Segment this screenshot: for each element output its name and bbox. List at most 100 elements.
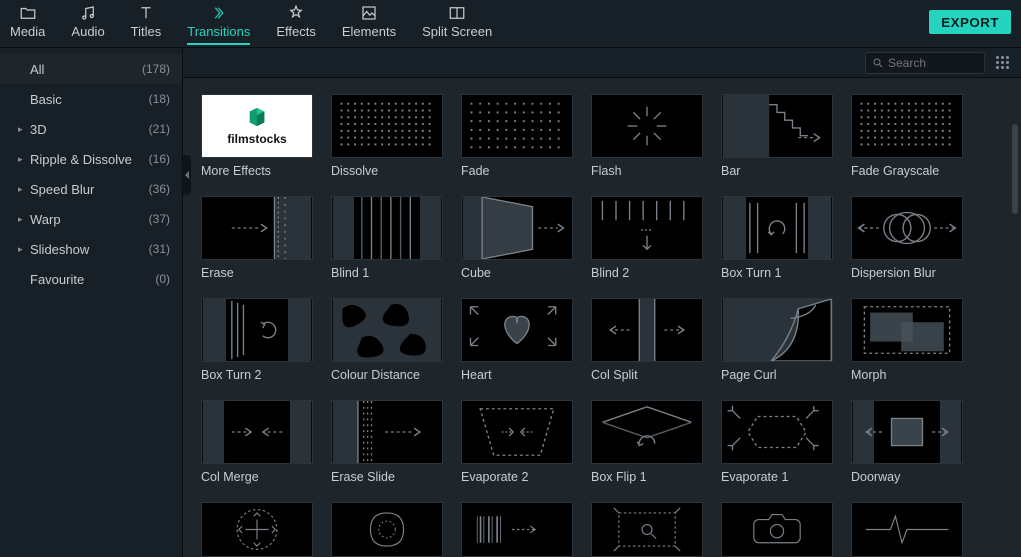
top-nav: Media Audio Titles Transitions Effects E… [0,0,1021,48]
transition-label: Flash [591,164,703,178]
elements-icon [360,4,378,22]
transition-thumb[interactable] [591,502,703,557]
transition-thumb[interactable] [461,502,573,557]
transition-thumb[interactable] [721,502,833,557]
nav-label: Split Screen [422,24,492,39]
transition-thumb[interactable] [461,400,573,464]
transition-label: Blind 1 [331,266,443,280]
transition-thumb[interactable] [461,196,573,260]
transition-thumb[interactable] [591,196,703,260]
sidebar-item-warp[interactable]: ▸Warp(37) [0,204,182,234]
transition-thumb[interactable] [461,298,573,362]
nav-media[interactable]: Media [10,4,45,45]
transition-cell: Erase Slide [331,400,443,484]
nav-audio[interactable]: Audio [71,4,104,45]
grid-scroll-area[interactable]: filmstocksMore Effects Dissolve Fade Flash B… [183,78,1021,557]
transition-cell [591,502,703,557]
search-input[interactable] [888,56,978,70]
search-box[interactable] [865,52,985,74]
transition-label: Page Curl [721,368,833,382]
view-options-button[interactable] [993,54,1011,72]
transition-thumb[interactable] [331,502,443,557]
scrollbar-thumb[interactable] [1012,124,1018,214]
transition-label: Heart [461,368,573,382]
transition-thumb[interactable] [201,502,313,557]
transition-thumb[interactable] [851,298,963,362]
transition-label: Fade [461,164,573,178]
transition-cell: Cube [461,196,573,280]
transition-thumb[interactable] [331,94,443,158]
sidebar-item-label: Warp [30,212,149,227]
transition-thumb[interactable] [721,400,833,464]
transition-thumb[interactable] [721,94,833,158]
transition-label: Evaporate 2 [461,470,573,484]
nav-label: Audio [71,24,104,39]
transition-thumb[interactable] [851,502,963,557]
transition-thumb[interactable] [461,94,573,158]
transition-thumb[interactable] [201,400,313,464]
transition-cell [461,502,573,557]
search-icon [872,57,884,69]
sidebar-item-basic[interactable]: Basic(18) [0,84,182,114]
nav-transitions[interactable]: Transitions [187,4,250,45]
transition-cell: filmstocksMore Effects [201,94,313,178]
transition-label: Bar [721,164,833,178]
transition-cell: Evaporate 2 [461,400,573,484]
transition-label: Fade Grayscale [851,164,963,178]
transition-cell: Blind 2 [591,196,703,280]
nav-label: Elements [342,24,396,39]
content-area: filmstocksMore Effects Dissolve Fade Flash B… [183,48,1021,557]
transition-cell: Doorway [851,400,963,484]
transition-label: Dissolve [331,164,443,178]
sidebar-item-all[interactable]: All(178) [0,54,182,84]
folder-icon [19,4,37,22]
transition-cell: Box Flip 1 [591,400,703,484]
chevron-right-icon: ▸ [18,154,24,165]
nav-splitscreen[interactable]: Split Screen [422,4,492,45]
transition-cell: Box Turn 1 [721,196,833,280]
titles-icon [137,4,155,22]
transition-cell: Box Turn 2 [201,298,313,382]
transition-thumb[interactable] [591,94,703,158]
transition-label: Col Split [591,368,703,382]
nav-effects[interactable]: Effects [276,4,316,45]
transition-thumb[interactable] [851,400,963,464]
nav-titles[interactable]: Titles [131,4,162,45]
transition-label: Dispersion Blur [851,266,963,280]
transition-cell: Bar [721,94,833,178]
transition-thumb[interactable] [201,298,313,362]
sidebar-item-favourite[interactable]: Favourite(0) [0,264,182,294]
transition-label: Col Merge [201,470,313,484]
transition-cell: Colour Distance [331,298,443,382]
nav-label: Transitions [187,24,250,39]
transition-thumb[interactable] [331,196,443,260]
transition-thumb[interactable] [851,196,963,260]
transition-thumb[interactable] [721,196,833,260]
transition-thumb[interactable] [851,94,963,158]
nav-elements[interactable]: Elements [342,4,396,45]
sidebar-item-ripple-dissolve[interactable]: ▸Ripple & Dissolve(16) [0,144,182,174]
export-button[interactable]: EXPORT [929,10,1011,34]
sidebar-item-slideshow[interactable]: ▸Slideshow(31) [0,234,182,264]
transition-thumb[interactable] [331,400,443,464]
transition-thumb[interactable] [591,298,703,362]
transition-label: Box Flip 1 [591,470,703,484]
transition-cell: Col Merge [201,400,313,484]
transition-thumb-filmstocks[interactable]: filmstocks [201,94,313,158]
transition-cell: Page Curl [721,298,833,382]
sidebar-item-label: Slideshow [30,242,149,257]
sidebar-item-speed-blur[interactable]: ▸Speed Blur(36) [0,174,182,204]
chevron-right-icon: ▸ [18,214,24,225]
transition-cell [331,502,443,557]
transition-label: Cube [461,266,573,280]
transition-thumb[interactable] [591,400,703,464]
sidebar-item-3d[interactable]: ▸3D(21) [0,114,182,144]
sidebar-collapse-handle[interactable] [183,155,191,195]
transition-cell: Fade [461,94,573,178]
nav-label: Effects [276,24,316,39]
transition-thumb[interactable] [331,298,443,362]
transition-thumb[interactable] [201,196,313,260]
transition-cell: Flash [591,94,703,178]
transition-thumb[interactable] [721,298,833,362]
main: All(178)Basic(18)▸3D(21)▸Ripple & Dissol… [0,48,1021,557]
